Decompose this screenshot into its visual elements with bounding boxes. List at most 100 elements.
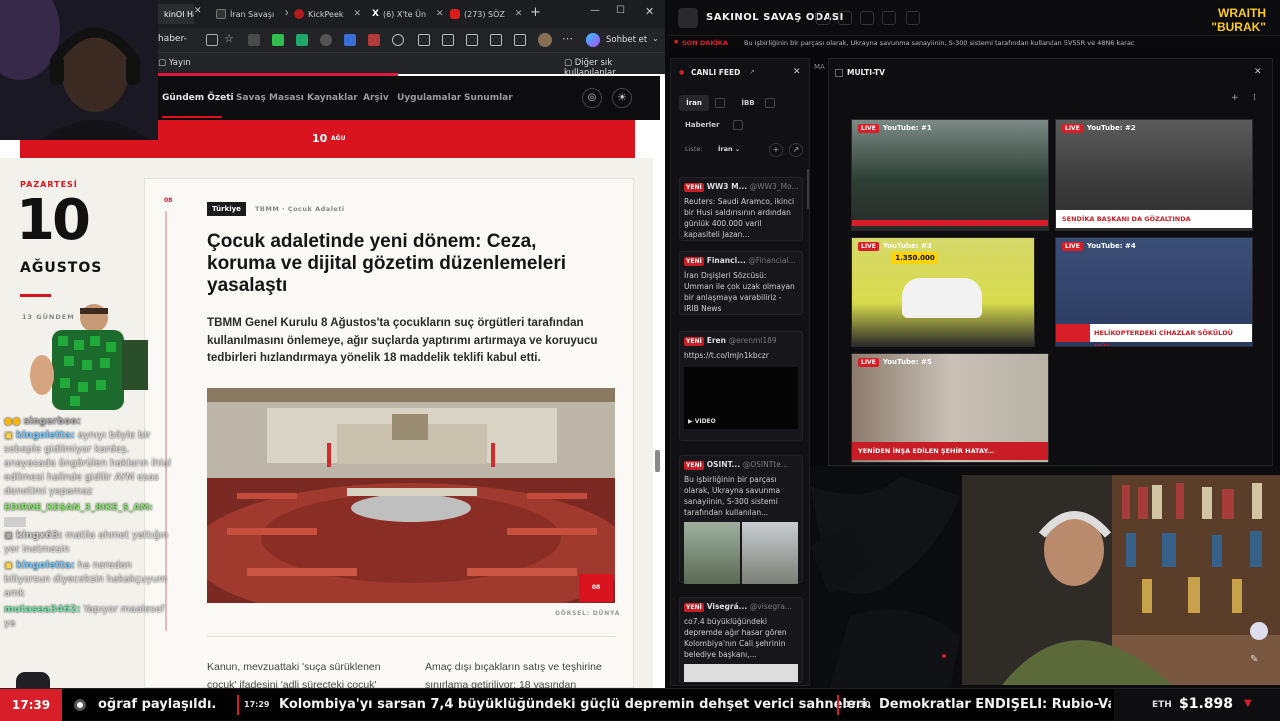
rss-icon[interactable] bbox=[838, 11, 852, 25]
new-tab-icon[interactable]: + bbox=[530, 5, 541, 20]
avatar[interactable] bbox=[538, 33, 552, 47]
url-field[interactable]: haber- bbox=[158, 34, 187, 44]
nav-savas-masasi[interactable]: Savaş Masası bbox=[236, 93, 304, 103]
extension-icon[interactable] bbox=[296, 34, 308, 46]
nav-sunumlar[interactable]: Sunumlar bbox=[464, 93, 513, 103]
extension-icon[interactable] bbox=[320, 34, 332, 46]
screenshot-icon[interactable] bbox=[514, 34, 526, 46]
extension-icon[interactable] bbox=[368, 34, 380, 46]
article-title: Çocuk adaletinde yeni dönem: Ceza, korum… bbox=[207, 231, 566, 296]
split-view-icon[interactable] bbox=[418, 34, 430, 46]
close-icon[interactable]: ✕ bbox=[354, 9, 362, 19]
close-icon[interactable]: ✕ bbox=[436, 9, 444, 19]
add-icon[interactable]: + bbox=[1231, 93, 1239, 103]
edit-icon[interactable]: ✎ bbox=[1250, 654, 1258, 665]
feed-tab-haberler[interactable]: Haberler bbox=[679, 117, 729, 133]
feed-tab-ibb[interactable]: İBB bbox=[735, 95, 761, 111]
copilot-icon[interactable] bbox=[586, 33, 600, 47]
close-icon[interactable]: ✕ bbox=[515, 9, 522, 19]
expand-icon[interactable]: ↗ bbox=[789, 143, 803, 157]
browser-tab[interactable]: (273) SÖZ ✕ bbox=[444, 4, 522, 24]
theme-toggle-icon[interactable]: ☀ bbox=[612, 88, 632, 108]
nav-uygulamalar[interactable]: Uygulamalar bbox=[397, 93, 461, 103]
collections-icon[interactable] bbox=[466, 34, 478, 46]
grid-icon[interactable] bbox=[906, 11, 920, 25]
streamer-overlay-avatar bbox=[30, 300, 150, 418]
tv-banner: YENİDEN İNŞA EDİLEN ŞEHİR HATAY... bbox=[852, 442, 1048, 460]
chat-message: ▣ kingoletta: ha nereden biliyorsun diye… bbox=[0, 559, 180, 601]
settings-icon[interactable]: ◎ bbox=[582, 88, 602, 108]
tv-label: LIVE YouTube: #5 bbox=[858, 358, 932, 367]
nav-gundem-ozeti[interactable]: Gündem Özeti bbox=[162, 93, 234, 103]
close-icon[interactable]: ✕ bbox=[194, 6, 202, 16]
feed-tab-iran[interactable]: İran bbox=[679, 95, 709, 111]
chat-username: kingx63: bbox=[16, 530, 63, 541]
feed-image bbox=[684, 664, 798, 682]
health-icon[interactable] bbox=[490, 34, 502, 46]
chevron-down-icon[interactable]: ⌄ bbox=[652, 34, 659, 43]
chat-button[interactable]: Sohbet et bbox=[606, 35, 647, 45]
close-icon[interactable]: ✕ bbox=[793, 67, 801, 77]
feed-item[interactable]: YENİ Financi... @Financial... İran Dışişl… bbox=[679, 251, 803, 315]
category-badge[interactable]: Türkiye bbox=[207, 202, 246, 216]
map-label: MA bbox=[814, 63, 825, 71]
extension-icon[interactable] bbox=[248, 34, 260, 46]
nav-arsiv[interactable]: Arşiv bbox=[363, 93, 389, 103]
tv-cell-4[interactable]: LIVE YouTube: #4 HELİKOPTERDEKİ CİHAZLAR … bbox=[1055, 237, 1253, 347]
folder-icon[interactable] bbox=[860, 11, 874, 25]
tv-label: LIVE YouTube: #4 bbox=[1062, 242, 1136, 251]
stream-chat: ●● singerboo: ▣ kingoletta: aynıyı böyle… bbox=[0, 415, 180, 650]
other-bookmarks[interactable]: ▢ Diğer sık kullanılanlar bbox=[564, 58, 665, 78]
bookmark-yayin[interactable]: ▢ Yayın bbox=[158, 58, 191, 68]
translate-icon[interactable] bbox=[344, 34, 356, 46]
ticker-separator bbox=[837, 695, 839, 715]
filter-select[interactable]: İran ⌄ bbox=[715, 143, 757, 156]
close-icon[interactable]: ✕ bbox=[1254, 67, 1262, 77]
close-window-icon[interactable]: ✕ bbox=[645, 5, 654, 18]
article-image[interactable]: 08 bbox=[207, 388, 615, 603]
more-menu-icon[interactable]: ⋯ bbox=[562, 32, 573, 45]
grid-icon[interactable]: ⁞ bbox=[1253, 93, 1256, 103]
feed-link[interactable]: https://t.co/lmJn1kbczr bbox=[680, 348, 802, 363]
breaking-label: SON DAKİKA bbox=[682, 39, 728, 47]
tv-label: LIVE YouTube: #1 bbox=[858, 124, 932, 133]
grid-icon[interactable] bbox=[733, 120, 743, 130]
browser-tab[interactable]: X (6) X'te Ün ✕ bbox=[366, 4, 444, 24]
feed-item[interactable]: YENİ OSINT... @OSINTte... Bu işbirliğinin… bbox=[679, 455, 803, 584]
live-badge: LIVE bbox=[858, 358, 879, 367]
nav-kaynaklar[interactable]: Kaynaklar bbox=[307, 93, 358, 103]
page-scrollbar[interactable] bbox=[655, 450, 660, 472]
reader-icon[interactable] bbox=[206, 34, 218, 46]
dashboard-logo-icon bbox=[678, 8, 698, 28]
tv-cell-2[interactable]: LIVE YouTube: #2 SENDİKA BAŞKANI DA GÖZAL… bbox=[1055, 119, 1253, 231]
feed-scrollbar[interactable] bbox=[807, 169, 809, 209]
feed-item[interactable]: YENİ Visegrá... @visegra... co7.4 büyüklü… bbox=[679, 597, 803, 683]
extension-icon[interactable] bbox=[272, 34, 284, 46]
feed-images[interactable] bbox=[684, 522, 798, 584]
feed-item[interactable]: YENİ WW3 M... @WW3_Mo... Reuters: Saudi A… bbox=[679, 177, 803, 241]
popout-icon[interactable]: ↗ bbox=[749, 68, 755, 76]
feed-handle: @Financial... bbox=[748, 256, 796, 265]
toolbar-icon[interactable] bbox=[816, 11, 830, 25]
minimize-icon[interactable]: — bbox=[590, 5, 600, 16]
puzzle-icon[interactable] bbox=[392, 34, 404, 46]
star-icon[interactable]: ☆ bbox=[224, 32, 234, 45]
image-caption: GÖRSEL: DÜNYA bbox=[555, 610, 621, 617]
browser-tab-active[interactable]: kinOl Ha bbox=[158, 4, 194, 24]
browser-tab[interactable]: KickPeek ✕ bbox=[288, 4, 366, 24]
tv-cell-3[interactable]: LIVE YouTube: #3 1.350.000 bbox=[851, 237, 1035, 347]
browser-tab[interactable]: İran Savaşı ✕ bbox=[210, 4, 288, 24]
feed-item[interactable]: YENİ Eren @erenml189 https://t.co/lmJn1kb… bbox=[679, 331, 803, 441]
tv-cell-1[interactable]: LIVE YouTube: #1 bbox=[851, 119, 1049, 231]
favorites-icon[interactable] bbox=[442, 34, 454, 46]
chart-icon[interactable] bbox=[882, 11, 896, 25]
grid-icon[interactable] bbox=[715, 98, 725, 108]
video-thumbnail[interactable]: ▶ VIDEO bbox=[684, 367, 798, 429]
live-badge: LIVE bbox=[1062, 242, 1083, 251]
grid-icon[interactable] bbox=[765, 98, 775, 108]
add-icon[interactable]: + bbox=[769, 143, 783, 157]
chat-username: EDIRNE_KE$AN_3_8IKE_$_AM: bbox=[4, 503, 153, 513]
tv-cell-5[interactable]: LIVE YouTube: #5 YENİDEN İNŞA EDİLEN ŞEHİ… bbox=[851, 353, 1049, 463]
logo-line-1: WRAITH bbox=[1218, 6, 1266, 20]
maximize-icon[interactable]: ☐ bbox=[616, 5, 625, 16]
